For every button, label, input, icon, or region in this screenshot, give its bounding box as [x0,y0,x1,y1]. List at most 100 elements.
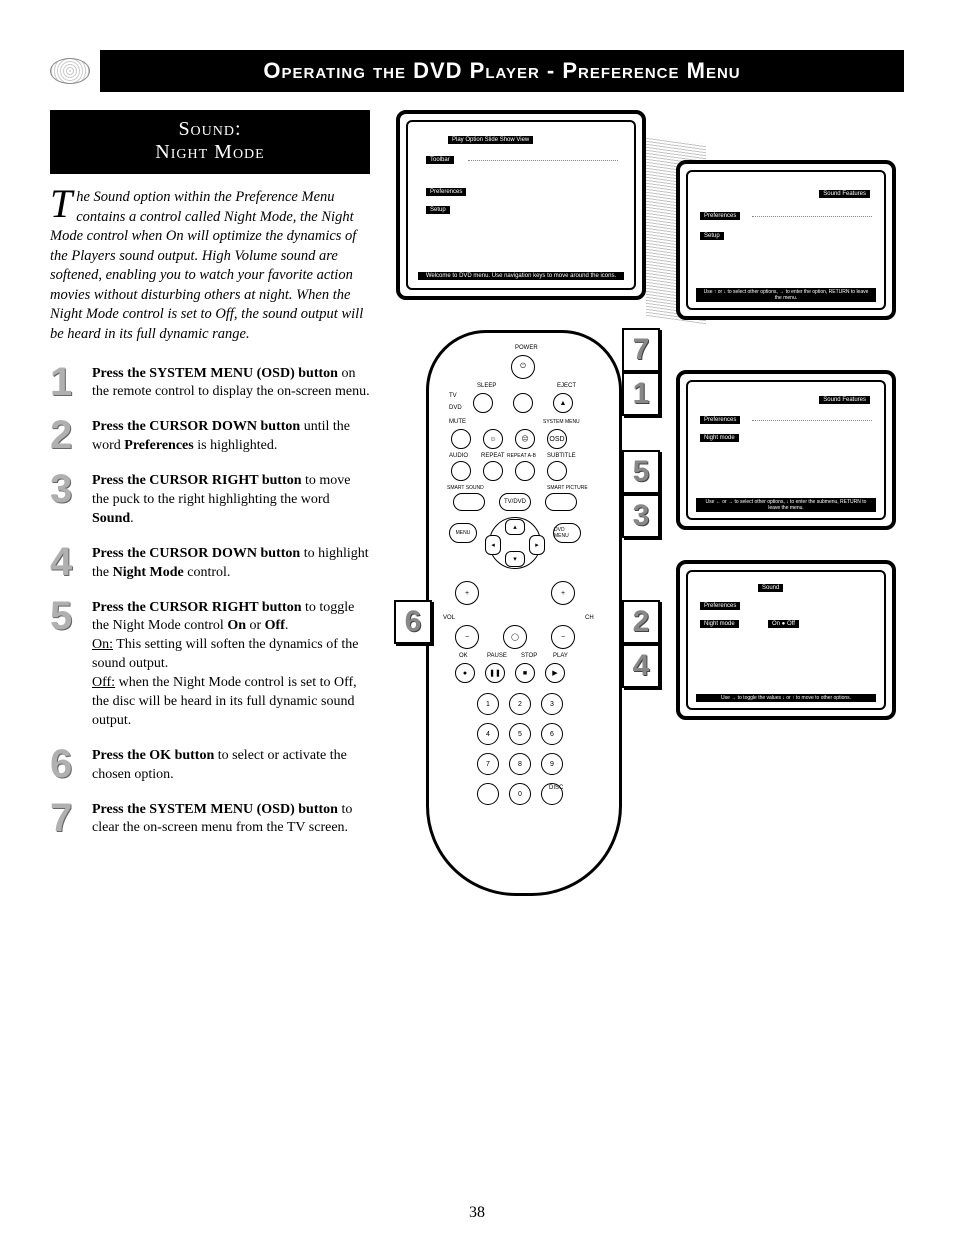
tv-screen-1: Sound Features Preferences Setup Use ↑ o… [676,160,896,320]
label-dvd: DVD [449,405,462,411]
page-title: Operating the DVD Player - Preference Me… [100,50,904,92]
step-number: 5 [50,599,80,731]
step-body: Press the CURSOR RIGHT button to move th… [92,472,370,529]
menu-button-icon: MENU [449,523,477,543]
step-row: 4Press the CURSOR DOWN button to highlig… [50,545,370,583]
repeatab-button-icon [515,461,535,481]
pause-button-icon: ❚❚ [485,663,505,683]
ok-button-icon: ● [455,663,475,683]
step-body: Press the OK button to select or activat… [92,747,370,785]
step-row: 6 Press the OK button to select or activa… [50,747,370,785]
stop-button-icon: ■ [515,663,535,683]
keypad-2-icon: 2 [509,693,531,715]
osd-button-icon: OSD [547,429,567,449]
osd-item: Setup [700,232,724,240]
label-audio: AUDIO [449,453,468,459]
face1-button-icon: ☺ [483,429,503,449]
label-pause: PAUSE [487,653,507,659]
osd-item: Preferences [700,212,740,220]
label-repeatab: REPEAT A-B [507,453,536,459]
vol-minus-icon: − [455,625,479,649]
osd-item: Night mode [700,620,739,628]
osd-hint: Use → to toggle the values ↓ or ↑ to mov… [696,694,876,702]
label-play: PLAY [553,653,568,659]
step-body: Press the SYSTEM MENU (OSD) button on th… [92,365,370,403]
mute-button-icon [451,429,471,449]
label-system: SYSTEM MENU [543,419,580,425]
keypad-0-icon: 0 [509,783,531,805]
step-number: 3 [50,472,80,529]
label-disc: DISC [549,785,563,791]
cursor-right-icon: ▸ [529,535,545,555]
osd-item: Setup [426,206,450,214]
step-body: Press the CURSOR RIGHT button to toggle … [92,599,370,731]
osd-opts: On ● Off [768,620,799,628]
ch-minus-icon: − [551,625,575,649]
osd-topbar: Play Option Slide Show View [448,136,533,144]
step-row: 7Press the SYSTEM MENU (OSD) button to c… [50,801,370,839]
audio-button-icon [451,461,471,481]
osd-cols: Sound [758,584,783,592]
play-button-icon: ▶ [545,663,565,683]
osd-hint: Use ← or → to select other options, ↓ to… [696,498,876,512]
keypad-extra-left-icon [477,783,499,805]
step-number: 4 [50,545,80,583]
dvdmenu-button-icon: DVD MENU [553,523,581,543]
page-number: 38 [0,1204,954,1222]
repeat-button-icon [483,461,503,481]
steps-list: 1Press the SYSTEM MENU (OSD) button on t… [50,365,370,839]
callout-3: 3 [622,494,660,538]
label-ok: OK [459,653,468,659]
power-button-icon: ⏻ [511,355,535,379]
cursor-down-icon: ▾ [505,551,525,567]
label-repeat: REPEAT [481,453,505,459]
label-smartsound: SMART SOUND [447,485,484,491]
label-vol: VOL [443,615,455,621]
smartpic-button-icon [545,493,577,511]
diagram-area: Play Option Slide Show View Toolbar Pref… [396,110,896,1010]
face2-button-icon: ☹ [515,429,535,449]
keypad-9-icon: 9 [541,753,563,775]
eject-button-icon: ▲ [553,393,573,413]
blank-button-icon [513,393,533,413]
keypad-3-icon: 3 [541,693,563,715]
cursor-up-icon: ▴ [505,519,525,535]
callout-7: 7 [622,328,660,372]
keypad-8-icon: 8 [509,753,531,775]
tv-screen-3: Sound Preferences Night mode On ● Off Us… [676,560,896,720]
sleep-button-icon [473,393,493,413]
tv-screen-2: Sound Features Preferences Night mode Us… [676,370,896,530]
keypad-6-icon: 6 [541,723,563,745]
tv-screen-main: Play Option Slide Show View Toolbar Pref… [396,110,646,300]
label-stop: STOP [521,653,537,659]
step-row: 3Press the CURSOR RIGHT button to move t… [50,472,370,529]
keypad-4-icon: 4 [477,723,499,745]
label-ch: CH [585,615,594,621]
osd-hint: Welcome to DVD menu. Use navigation keys… [418,272,624,280]
cursor-left-icon: ◂ [485,535,501,555]
osd-hint: Use ↑ or ↓ to select other options, → to… [696,288,876,302]
step-body: Press the CURSOR DOWN button until the w… [92,418,370,456]
label-eject: EJECT [557,383,576,389]
step-number: 6 [50,747,80,785]
dropcap: T [50,188,76,220]
smartsound-button-icon [453,493,485,511]
osd-item: Preferences [700,602,740,610]
keypad-5-icon: 5 [509,723,531,745]
label-power: POWER [515,345,538,351]
label-mute: MUTE [449,419,466,425]
label-sleep: SLEEP [477,383,496,389]
step-number: 7 [50,801,80,839]
ch-plus-icon: + [551,581,575,605]
keypad-1-icon: 1 [477,693,499,715]
label-subtitle: SUBTITLE [547,453,576,459]
tvdvd-button-icon: TV/DVD [499,493,531,511]
mute2-button-icon: ◯ [503,625,527,649]
osd-item: Toolbar [426,156,454,164]
callout-5: 5 [622,450,660,494]
step-number: 2 [50,418,80,456]
label-smartpic: SMART PICTURE [547,485,588,491]
remote-diagram: POWER ⏻ SLEEP EJECT TV DVD ▲ MUTE SYSTEM… [426,330,622,896]
callout-6: 6 [394,600,432,644]
keypad-7-icon: 7 [477,753,499,775]
